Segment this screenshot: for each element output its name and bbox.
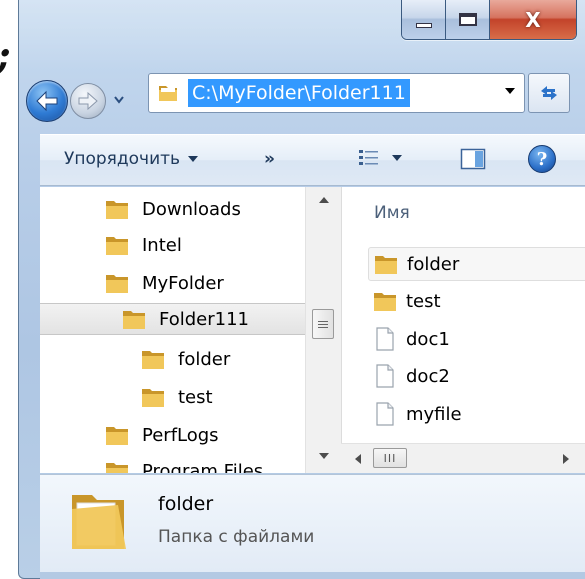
folder-icon — [374, 293, 396, 311]
maximize-button[interactable] — [446, 0, 490, 39]
scrollbar-thumb[interactable] — [312, 309, 334, 339]
view-list-icon — [359, 150, 378, 165]
help-icon: ? — [536, 148, 548, 170]
tree-item-test[interactable]: test — [140, 381, 213, 413]
folder-icon — [123, 311, 145, 329]
preview-pane-icon — [460, 148, 486, 170]
folder-icon — [142, 351, 164, 369]
tree-item-label: folder — [178, 348, 231, 370]
back-arrow-icon — [36, 90, 58, 112]
folder-large-icon — [72, 495, 126, 549]
file-item-label: test — [406, 290, 441, 312]
organize-label: Упорядочить — [64, 149, 181, 169]
file-item-doc2[interactable]: doc2 — [372, 359, 450, 393]
folder-icon — [106, 237, 128, 255]
forward-arrow-icon — [78, 92, 98, 110]
tree-item-label: Program Files — [142, 460, 264, 474]
more-commands-button[interactable]: » — [264, 149, 275, 169]
chevron-down-icon — [188, 156, 199, 162]
tree-item-label: Folder111 — [159, 308, 249, 330]
refresh-icon — [541, 86, 557, 100]
tree-item-label: Intel — [142, 234, 182, 256]
folder-icon — [159, 86, 177, 101]
document-icon — [376, 327, 394, 351]
change-view-button[interactable] — [358, 148, 402, 168]
scroll-down-icon[interactable] — [319, 453, 329, 459]
tree-item-program-files[interactable]: Program Files — [104, 455, 263, 473]
folder-icon — [106, 201, 128, 219]
address-dropdown-icon[interactable] — [504, 86, 516, 96]
navigation-vertical-scrollbar[interactable] — [305, 187, 341, 473]
recent-pages-dropdown[interactable] — [111, 90, 127, 110]
tree-item-folder[interactable]: folder — [140, 343, 230, 375]
minimize-icon — [415, 23, 432, 28]
file-item-label: doc1 — [406, 328, 450, 350]
organize-button[interactable]: Упорядочить — [64, 149, 199, 169]
details-item-type: Папка с файлами — [158, 527, 315, 547]
tree-item-perflogs[interactable]: PerfLogs — [104, 419, 219, 451]
tree-item-intel[interactable]: Intel — [104, 229, 182, 261]
details-item-name: folder — [158, 493, 214, 515]
window-bottom-border — [40, 572, 585, 579]
scroll-up-icon[interactable] — [319, 197, 329, 203]
folder-icon — [106, 427, 128, 445]
file-item-folder[interactable]: folder — [368, 247, 585, 281]
file-list-horizontal-scrollbar[interactable]: III — [341, 443, 585, 473]
tree-item-downloads[interactable]: Downloads — [104, 193, 241, 225]
folder-icon — [106, 275, 128, 293]
file-item-label: doc2 — [406, 365, 450, 387]
address-path[interactable]: C:\MyFolder\Folder111 — [188, 79, 410, 107]
close-button[interactable]: X — [490, 0, 576, 39]
chevron-down-icon — [392, 155, 402, 161]
address-bar[interactable]: C:\MyFolder\Folder111 — [148, 73, 525, 113]
navigation-pane: Downloads Intel MyFolder Folder111 folde… — [40, 187, 340, 473]
forward-button[interactable] — [70, 83, 106, 119]
maximize-icon — [458, 13, 477, 26]
folder-icon — [142, 389, 164, 407]
back-button[interactable] — [26, 80, 68, 122]
tree-item-label: MyFolder — [142, 272, 224, 294]
file-list-pane: Имя folder test doc1 doc2 myfile — [341, 187, 585, 473]
scrollbar-thumb[interactable]: III — [373, 448, 407, 468]
scroll-left-icon[interactable] — [355, 454, 361, 464]
more-chevron-icon: » — [264, 149, 275, 169]
window-controls: X — [401, 0, 577, 40]
close-icon: X — [525, 7, 541, 32]
help-button[interactable]: ? — [528, 145, 556, 173]
minimize-button[interactable] — [402, 0, 446, 39]
refresh-button[interactable] — [528, 73, 570, 113]
scroll-right-icon[interactable] — [563, 454, 569, 464]
file-item-label: folder — [407, 253, 460, 275]
file-item-label: myfile — [406, 403, 462, 425]
folder-icon — [375, 256, 397, 274]
tree-item-label: PerfLogs — [142, 424, 219, 446]
file-item-myfile[interactable]: myfile — [372, 397, 462, 431]
folder-icon — [106, 463, 128, 473]
document-icon — [376, 402, 394, 426]
column-header-name[interactable]: Имя — [374, 203, 410, 223]
file-item-test[interactable]: test — [372, 284, 441, 318]
chevron-down-icon — [114, 96, 124, 104]
file-item-doc1[interactable]: doc1 — [372, 322, 450, 356]
tree-item-folder111[interactable]: Folder111 — [40, 303, 340, 335]
tree-item-myfolder[interactable]: MyFolder — [104, 267, 224, 299]
tree-item-label: Downloads — [142, 198, 241, 220]
tree-item-label: test — [178, 386, 213, 408]
details-pane: folder Папка с файлами — [40, 474, 585, 572]
command-toolbar: Упорядочить » ? — [40, 134, 585, 186]
document-icon — [376, 364, 394, 388]
preview-pane-button[interactable] — [460, 147, 486, 175]
